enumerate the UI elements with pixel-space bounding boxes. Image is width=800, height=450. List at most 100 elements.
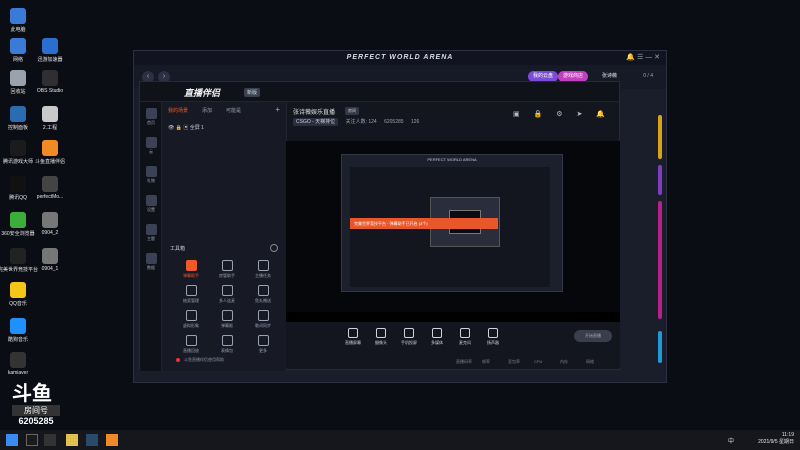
app-icon bbox=[10, 106, 26, 122]
control-button[interactable]: 扬声器 bbox=[480, 328, 506, 346]
control-label: 摄像头 bbox=[375, 340, 387, 345]
tool-item[interactable]: 更多 bbox=[250, 335, 276, 354]
nav-icon bbox=[145, 195, 157, 206]
desktop-icon-label: QQ音乐 bbox=[9, 301, 27, 307]
toolbox-more-icon[interactable] bbox=[270, 244, 278, 252]
tool-item[interactable]: 表情包 bbox=[214, 335, 240, 354]
room-tag[interactable]: 房间 bbox=[345, 107, 359, 115]
nav-item[interactable]: 礼物 bbox=[144, 166, 158, 184]
tool-icon bbox=[257, 310, 269, 321]
desktop-icon[interactable]: perfectMo... bbox=[30, 176, 70, 200]
scene-item[interactable]: 👁 🔒 ▣ 全屏 1 bbox=[168, 124, 204, 131]
desktop-icon[interactable]: OBS Studio bbox=[30, 70, 70, 94]
app-icon bbox=[42, 38, 58, 54]
nav-item[interactable]: 云 bbox=[144, 137, 158, 155]
tool-item[interactable]: 歌词同步 bbox=[250, 310, 276, 329]
room-title: 张诗薇娱乐直播 bbox=[293, 110, 336, 116]
desktop-icon[interactable]: 0904_2 bbox=[30, 212, 70, 236]
nav-icon bbox=[145, 137, 157, 148]
tool-label: 弹幕助手 bbox=[183, 273, 199, 278]
tool-item[interactable]: 抽奖管理 bbox=[178, 285, 204, 304]
nav-item[interactable]: 首页 bbox=[144, 108, 158, 126]
system-tray[interactable]: 11:19 2021/9/5 星期日 bbox=[758, 432, 794, 446]
tool-icon bbox=[185, 285, 197, 296]
add-scene-icon[interactable]: + bbox=[275, 105, 280, 114]
toolbox-title: 工具箱 bbox=[170, 246, 186, 252]
app-icon bbox=[42, 248, 58, 264]
control-button[interactable]: 摄像头 bbox=[368, 328, 394, 346]
desktop-icon-label: 迅游加速器 bbox=[37, 57, 63, 63]
nav-icon bbox=[145, 224, 157, 235]
desktop-icon-label: perfectMo... bbox=[36, 194, 64, 200]
nav-label: 设置 bbox=[147, 207, 155, 212]
clock-time: 11:19 bbox=[781, 432, 794, 438]
control-button[interactable]: 麦克风 bbox=[452, 328, 478, 346]
tool-item[interactable]: 房管助手 bbox=[214, 260, 240, 279]
control-button[interactable]: 手机投屏 bbox=[396, 328, 422, 346]
search-icon[interactable] bbox=[26, 434, 38, 446]
help-notice[interactable]: 斗鱼直播伴侣使用帮助 bbox=[184, 357, 224, 363]
status-item: CPU bbox=[534, 359, 543, 364]
room-category[interactable]: CSGO - 天梯排位 bbox=[293, 118, 339, 126]
control-icon bbox=[432, 328, 442, 338]
start-live-button[interactable]: 开始直播 bbox=[574, 330, 612, 342]
tab-add[interactable]: 添加 bbox=[202, 107, 212, 114]
ime-indicator[interactable]: 中 bbox=[728, 436, 734, 445]
room-meta: CSGO - 天梯排位 关注人数: 124 6205285 126 bbox=[293, 118, 425, 126]
tool-item[interactable]: 弹幕姬 bbox=[214, 310, 240, 329]
nav-item[interactable]: 数据 bbox=[144, 253, 158, 271]
tab-my-scenes[interactable]: 我的场景 bbox=[168, 107, 188, 114]
nav-label: 数据 bbox=[147, 265, 155, 270]
tool-label: 虚拟形象 bbox=[183, 323, 199, 328]
tab-maybe[interactable]: 可能是 bbox=[226, 107, 241, 114]
tool-item[interactable]: 弹幕助手 bbox=[178, 260, 204, 279]
nav-label: 首页 bbox=[147, 120, 155, 125]
window-controls[interactable]: 🔔 ☰ — ✕ bbox=[626, 53, 660, 61]
desktop-icon[interactable]: 2.工程 bbox=[30, 106, 70, 131]
explorer-icon[interactable] bbox=[66, 434, 78, 446]
desktop-icon[interactable]: 0904_1 bbox=[30, 248, 70, 272]
taskbar: 11:19 2021/9/5 星期日 中 bbox=[0, 430, 800, 450]
tool-label: 抽奖管理 bbox=[183, 298, 199, 303]
tool-label: 直播回放 bbox=[183, 348, 199, 353]
viewer-count: 126 bbox=[410, 119, 420, 125]
control-button[interactable]: 直播屏幕 bbox=[340, 328, 366, 346]
header-action-icons[interactable]: ▣ 🔒 ⚙ ➤ 🔔 bbox=[513, 110, 611, 118]
start-icon[interactable] bbox=[6, 434, 18, 446]
desktop-icon-label: 0904_1 bbox=[41, 266, 59, 272]
app-icon bbox=[10, 282, 26, 298]
version-badge: 新版 bbox=[244, 88, 261, 97]
app-icon bbox=[10, 212, 26, 228]
steam-icon[interactable] bbox=[86, 434, 98, 446]
task-view-icon[interactable] bbox=[44, 434, 56, 446]
desktop-icon-label: 2.工程 bbox=[42, 125, 58, 131]
tool-item[interactable]: 直播回放 bbox=[178, 335, 204, 354]
control-button[interactable]: 多媒体 bbox=[424, 328, 450, 346]
side-strip bbox=[658, 165, 662, 195]
status-item: 网络 bbox=[586, 359, 594, 364]
nav-item[interactable]: 设置 bbox=[144, 195, 158, 213]
control-label: 多媒体 bbox=[431, 340, 443, 345]
app-icon bbox=[42, 140, 58, 156]
desktop-icon-label: 此电脑 bbox=[10, 27, 26, 33]
tool-item[interactable]: 鱼丸赠送 bbox=[250, 285, 276, 304]
desktop-icon-label: 0904_2 bbox=[41, 230, 59, 236]
room-number-label: 房间号 bbox=[12, 405, 60, 416]
tool-label: 弹幕姬 bbox=[221, 323, 233, 328]
nav-item[interactable]: 主题 bbox=[144, 224, 158, 242]
tool-item[interactable]: 主播任务 bbox=[250, 260, 276, 279]
tool-label: 歌词同步 bbox=[255, 323, 271, 328]
douyu-app-icon[interactable] bbox=[106, 434, 118, 446]
desktop-icon[interactable]: 斗鱼直播伴侣 bbox=[30, 140, 70, 165]
desktop-icon[interactable]: 迅游加速器 bbox=[30, 38, 70, 63]
tool-item[interactable]: 多人连麦 bbox=[214, 285, 240, 304]
desktop-icon[interactable]: kamiaver bbox=[0, 352, 38, 376]
desktop-icon[interactable]: QQ音乐 bbox=[0, 282, 38, 307]
desktop-icon-label: 斗鱼直播伴侣 bbox=[34, 159, 65, 165]
desktop-icon[interactable]: 酷狗音乐 bbox=[0, 318, 38, 343]
status-item: 帧率 bbox=[482, 359, 490, 364]
room-fans: 关注人数: 124 bbox=[345, 119, 377, 125]
tool-item[interactable]: 虚拟形象 bbox=[178, 310, 204, 329]
tool-icon bbox=[221, 335, 233, 346]
desktop-icon[interactable]: 此电脑 bbox=[0, 8, 38, 33]
